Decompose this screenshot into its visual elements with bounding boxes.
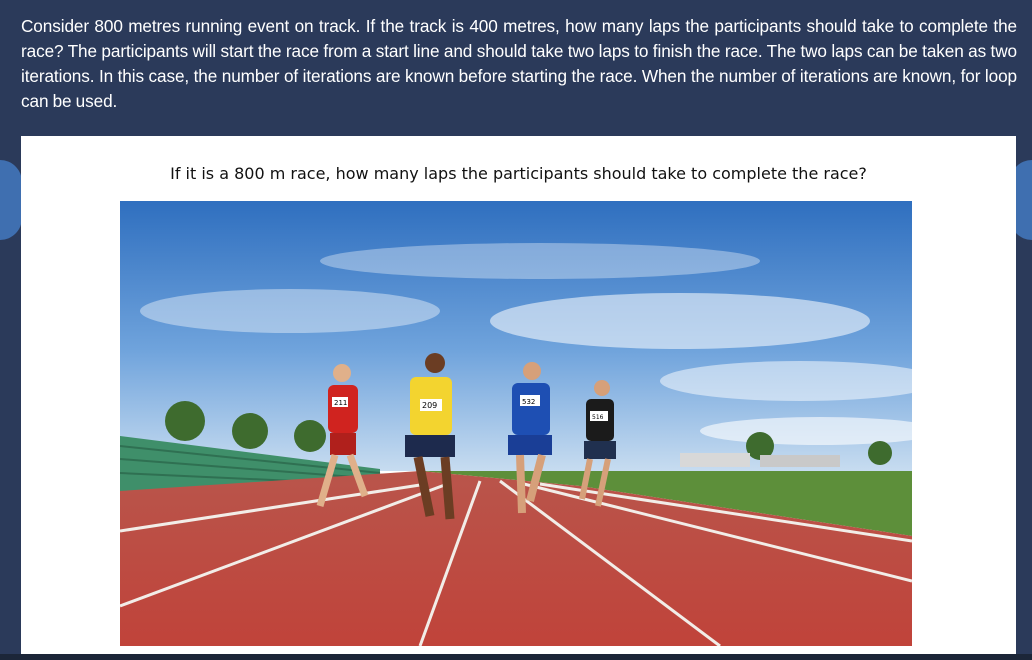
lesson-page: Consider 800 metres running event on tra…: [0, 0, 1032, 660]
bib-number: 211: [334, 399, 347, 407]
intro-paragraph: Consider 800 metres running event on tra…: [21, 16, 1017, 111]
previous-slide-tab[interactable]: [0, 160, 22, 240]
slide-panel: If it is a 800 m race, how many laps the…: [21, 136, 1016, 654]
slide-caption: If it is a 800 m race, how many laps the…: [170, 164, 867, 183]
bottom-bar: [0, 654, 1032, 660]
bib-number: 532: [522, 398, 535, 406]
bib-number: 516: [592, 414, 604, 421]
bib-number: 209: [422, 401, 437, 410]
race-photo: 211 209 532 516: [120, 201, 912, 646]
